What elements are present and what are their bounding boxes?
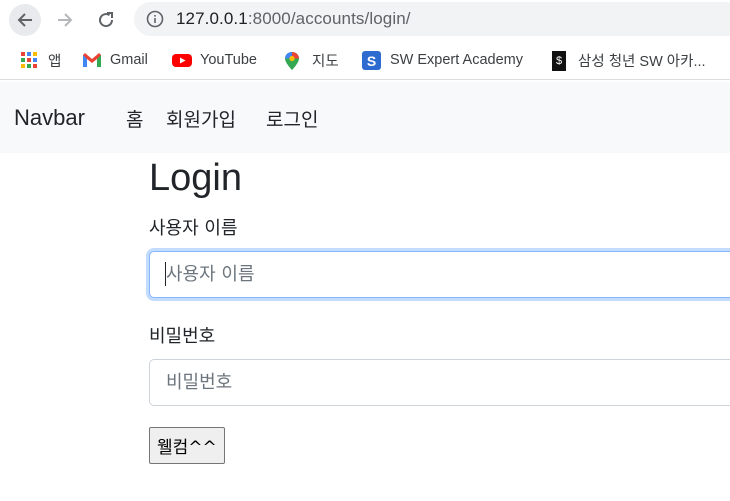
page-title: Login xyxy=(149,157,242,199)
svg-text:$: $ xyxy=(556,55,562,67)
ssafy-icon: $ xyxy=(550,51,568,71)
bookmark-swea[interactable]: S SW Expert Academy xyxy=(362,50,523,70)
info-icon[interactable] xyxy=(146,10,164,28)
bookmark-label: 삼성 청년 SW 아카... xyxy=(578,53,706,70)
address-url: 127.0.0.1:8000/accounts/login/ xyxy=(176,9,411,29)
reload-icon xyxy=(99,12,114,28)
apps-grid-icon xyxy=(20,51,38,69)
bookmarks-bar: 앱 Gmail YouTube 지도 S SW Expert Academy $… xyxy=(0,40,730,80)
text-cursor xyxy=(165,262,166,286)
forward-arrow-icon xyxy=(58,13,73,27)
username-label: 사용자 이름 xyxy=(149,218,238,239)
nav-link-signup[interactable]: 회원가입 xyxy=(166,105,236,132)
username-input[interactable] xyxy=(150,252,730,297)
bookmark-gmail[interactable]: Gmail xyxy=(82,50,148,70)
reload-button[interactable] xyxy=(90,4,122,36)
svg-text:S: S xyxy=(367,53,376,69)
gmail-icon xyxy=(82,51,101,69)
bookmark-label: 지도 xyxy=(312,53,339,70)
maps-pin-icon xyxy=(284,51,302,70)
password-field[interactable] xyxy=(149,359,730,406)
site-navbar: Navbar 홈 회원가입 로그인 xyxy=(0,82,730,153)
swea-icon: S xyxy=(362,51,381,70)
youtube-icon xyxy=(172,51,192,69)
bookmark-apps[interactable]: 앱 xyxy=(20,50,61,70)
bookmark-youtube[interactable]: YouTube xyxy=(172,50,257,70)
url-host: 127.0.0.1 xyxy=(176,9,248,28)
bookmark-maps[interactable]: 지도 xyxy=(284,50,339,70)
nav-link-home[interactable]: 홈 xyxy=(126,105,143,132)
browser-toolbar: 127.0.0.1:8000/accounts/login/ xyxy=(0,0,730,40)
back-arrow-icon xyxy=(17,13,32,27)
forward-button[interactable] xyxy=(49,4,81,36)
bookmark-label: YouTube xyxy=(200,52,257,68)
bookmark-ssafy[interactable]: $ 삼성 청년 SW 아카... xyxy=(550,50,706,71)
password-label: 비밀번호 xyxy=(149,326,216,347)
address-bar[interactable]: 127.0.0.1:8000/accounts/login/ xyxy=(134,2,730,36)
back-button[interactable] xyxy=(9,4,41,36)
submit-button[interactable]: 웰컴^^ xyxy=(149,427,225,464)
url-path: :8000/accounts/login/ xyxy=(247,9,411,28)
nav-link-login[interactable]: 로그인 xyxy=(266,105,318,132)
navbar-brand[interactable]: Navbar xyxy=(14,105,85,131)
username-field[interactable] xyxy=(149,251,730,298)
password-input[interactable] xyxy=(150,360,730,405)
bookmark-label: SW Expert Academy xyxy=(390,52,523,68)
bookmark-label: 앱 xyxy=(48,53,62,70)
bookmark-label: Gmail xyxy=(110,52,148,68)
